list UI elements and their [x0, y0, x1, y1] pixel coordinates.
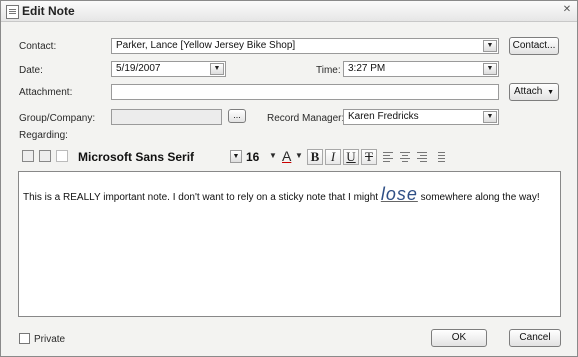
italic-button[interactable]: I	[325, 149, 341, 165]
browse-button[interactable]: ...	[228, 109, 246, 123]
bullet-list-icon[interactable]	[434, 150, 446, 162]
contact-button[interactable]: Contact...	[509, 37, 559, 55]
chevron-down-icon: ▼	[545, 89, 554, 96]
chevron-down-icon[interactable]: ▼	[483, 63, 497, 75]
private-label: Private	[34, 334, 66, 345]
group-company-field[interactable]	[111, 109, 222, 125]
calendar-dropdown-icon[interactable]: ▼	[210, 63, 224, 75]
note-icon	[6, 5, 19, 19]
contact-dropdown[interactable]: Parker, Lance [Yellow Jersey Bike Shop] …	[111, 38, 499, 54]
window-title: Edit Note	[22, 4, 75, 18]
bold-button[interactable]: B	[307, 149, 323, 165]
chevron-down-icon[interactable]: ▼	[483, 111, 497, 123]
contact-label: Contact:	[19, 41, 57, 52]
date-field[interactable]: 5/19/2007 ▼	[111, 61, 226, 77]
note-text-start: This is a REALLY important note. I don't…	[23, 192, 381, 203]
strikethrough-button[interactable]: T	[361, 149, 377, 165]
edit-note-window: Edit Note ✕ Contact: Parker, Lance [Yell…	[0, 0, 578, 357]
note-text-emphasis: lose	[380, 184, 418, 204]
attachment-label: Attachment:	[19, 87, 73, 98]
attach-label: Attach	[513, 86, 543, 97]
title-bar[interactable]: Edit Note ✕	[1, 1, 577, 22]
group-company-label: Group/Company:	[19, 113, 96, 124]
align-right-icon[interactable]	[416, 150, 428, 162]
chevron-down-icon[interactable]: ▼	[483, 40, 497, 52]
spell-check-icon[interactable]	[56, 150, 68, 162]
font-color-chevron-icon[interactable]: ▼	[295, 151, 303, 160]
private-checkbox[interactable]	[19, 333, 30, 344]
regarding-label: Regarding:	[19, 130, 68, 141]
font-name-dropdown[interactable]: Microsoft Sans Serif	[78, 148, 194, 166]
attach-button[interactable]: Attach ▼	[509, 83, 559, 101]
time-label: Time:	[316, 65, 341, 76]
date-value: 5/19/2007	[116, 63, 161, 74]
font-size-dropdown[interactable]: 16	[246, 148, 259, 166]
align-center-icon[interactable]	[399, 150, 411, 162]
close-icon[interactable]: ✕	[561, 4, 573, 16]
cancel-button[interactable]: Cancel	[509, 329, 561, 347]
note-editor[interactable]: This is a REALLY important note. I don't…	[18, 171, 561, 317]
contact-value: Parker, Lance [Yellow Jersey Bike Shop]	[116, 40, 296, 51]
time-field[interactable]: 3:27 PM ▼	[343, 61, 499, 77]
date-label: Date:	[19, 65, 43, 76]
format-toolbar: Microsoft Sans Serif ▼ 16 ▼ A ▼ B I U T	[18, 147, 561, 167]
note-text: This is a REALLY important note. I don't…	[23, 184, 540, 205]
note-text-end: somewhere along the way!	[417, 192, 540, 203]
chevron-down-icon[interactable]: ▼	[230, 150, 242, 163]
font-color-icon[interactable]: A	[282, 148, 291, 164]
record-manager-value: Karen Fredricks	[348, 111, 419, 122]
record-manager-label: Record Manager:	[267, 113, 345, 124]
underline-button[interactable]: U	[343, 149, 359, 165]
font-size-chevron-icon[interactable]: ▼	[269, 151, 277, 160]
time-value: 3:27 PM	[348, 63, 386, 74]
ok-button[interactable]: OK	[431, 329, 487, 347]
align-left-icon[interactable]	[382, 150, 394, 162]
record-manager-dropdown[interactable]: Karen Fredricks ▼	[343, 109, 499, 125]
print-preview-icon[interactable]	[39, 150, 51, 162]
attachment-field[interactable]	[111, 84, 499, 100]
print-icon[interactable]	[22, 150, 34, 162]
